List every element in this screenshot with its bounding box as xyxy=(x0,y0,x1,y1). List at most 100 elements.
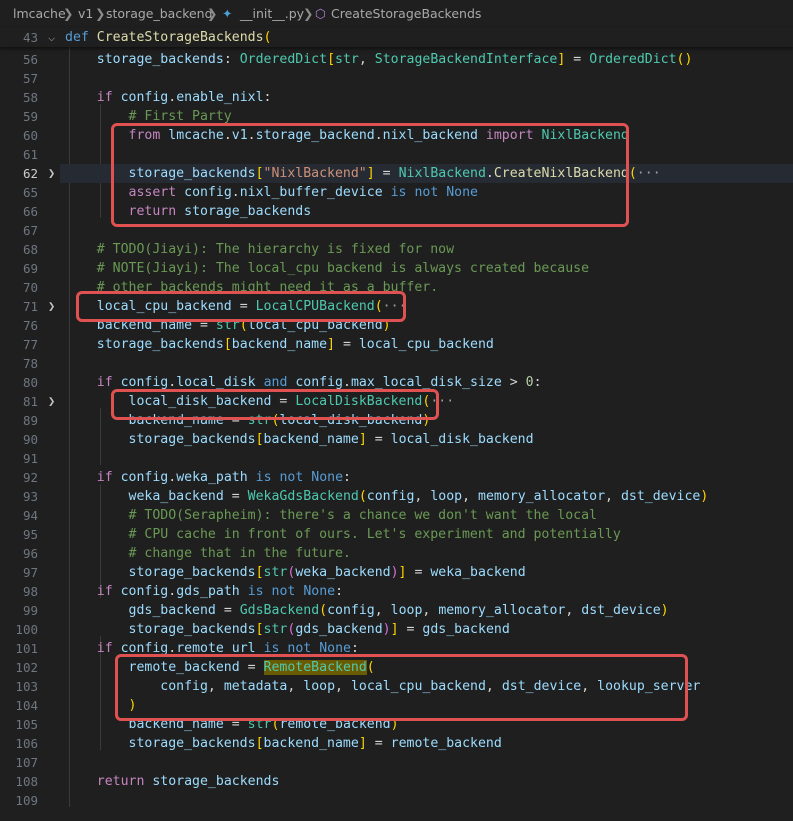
python-file-icon: ✦ xyxy=(222,6,233,21)
code-line[interactable]: 104 ) xyxy=(0,696,793,715)
code-line[interactable]: 69 # NOTE(Jiayi): The local_cpu backend … xyxy=(0,259,793,278)
code-line[interactable]: 92 if config.weka_path is not None: xyxy=(0,468,793,487)
line-number: 109 xyxy=(15,793,38,808)
line-number: 104 xyxy=(15,698,38,713)
code-line[interactable]: 56 storage_backends: OrderedDict[str, St… xyxy=(0,50,793,69)
line-number: 60 xyxy=(22,128,38,143)
breadcrumb: lmcache ❯ v1 ❯ storage_backend ❯ ✦ __ini… xyxy=(0,0,793,28)
fold-chevron-icon[interactable]: ❯ xyxy=(48,164,55,183)
code-line[interactable]: 103 config, metadata, loop, local_cpu_ba… xyxy=(0,677,793,696)
line-number: 95 xyxy=(22,527,38,542)
line-number: 94 xyxy=(22,508,38,523)
code-line[interactable]: 71 ❯ local_cpu_backend = LocalCPUBackend(… xyxy=(0,297,793,316)
code-line[interactable]: 91 xyxy=(0,449,793,468)
code-line[interactable]: 100 storage_backends[str(gds_backend)] =… xyxy=(0,620,793,639)
line-number: 58 xyxy=(22,90,38,105)
code-line[interactable]: 98 if config.gds_path is not None: xyxy=(0,582,793,601)
code-text: # NOTE(Jiayi): The local_cpu backend is … xyxy=(96,261,590,276)
line-number: 78 xyxy=(22,356,38,371)
code-line[interactable]: 62 ❯ storage_backends["NixlBackend"] = Ni… xyxy=(0,164,793,183)
code-line[interactable]: 77 storage_backends[backend_name] = loca… xyxy=(0,335,793,354)
line-number: 101 xyxy=(15,641,38,656)
code-line[interactable]: 76 backend_name = str(local_cpu_backend) xyxy=(0,316,793,335)
line-number: 77 xyxy=(22,337,38,352)
chevron-right-icon: ❯ xyxy=(207,6,218,21)
code-text: if config.enable_nixl: xyxy=(96,90,272,105)
code-text: ) xyxy=(128,698,137,713)
code-line[interactable]: 60 from lmcache.v1.storage_backend.nixl_… xyxy=(0,126,793,145)
code-line[interactable]: 81 ❯ local_disk_backend = LocalDiskBacken… xyxy=(0,392,793,411)
line-number: 61 xyxy=(22,147,38,162)
code-text: local_disk_backend = LocalDiskBackend(··… xyxy=(128,394,455,409)
code-line[interactable]: 109 xyxy=(0,791,793,810)
breadcrumb-item-init-file[interactable]: __init__.py xyxy=(240,6,304,21)
chevron-right-icon: ❯ xyxy=(95,6,106,21)
breadcrumb-item-storage-backend[interactable]: storage_backend xyxy=(106,6,213,21)
code-text: storage_backends[backend_name] = local_c… xyxy=(96,337,494,352)
line-number: 105 xyxy=(15,717,38,732)
code-line[interactable]: 65 assert config.nixl_buffer_device is n… xyxy=(0,183,793,202)
code-line[interactable]: 66 return storage_backends xyxy=(0,202,793,221)
code-text: storage_backends[str(gds_backend)] = gds… xyxy=(128,622,510,637)
code-line[interactable]: 106 storage_backends[backend_name] = rem… xyxy=(0,734,793,753)
breadcrumb-item-v1[interactable]: v1 xyxy=(78,6,93,21)
code-text: assert config.nixl_buffer_device is not … xyxy=(128,185,478,200)
line-number: 80 xyxy=(22,375,38,390)
fold-chevron-icon[interactable]: ❯ xyxy=(48,297,55,316)
code-line[interactable]: 58 if config.enable_nixl: xyxy=(0,88,793,107)
code-line[interactable]: 107 xyxy=(0,753,793,772)
line-number: 103 xyxy=(15,679,38,694)
code-text: if config.remote_url is not None: xyxy=(96,641,359,656)
code-line[interactable]: 89 backend_name = str(local_disk_backend… xyxy=(0,411,793,430)
code-line[interactable]: 61 xyxy=(0,145,793,164)
code-line[interactable]: 93 weka_backend = WekaGdsBackend(config,… xyxy=(0,487,793,506)
line-number: 106 xyxy=(15,736,38,751)
code-text: # First Party xyxy=(128,109,232,124)
line-number: 98 xyxy=(22,584,38,599)
chevron-right-icon: ❯ xyxy=(63,6,74,21)
line-number: 100 xyxy=(15,622,38,637)
code-line[interactable]: 90 storage_backends[backend_name] = loca… xyxy=(0,430,793,449)
sticky-scroll-header[interactable]: 43 ⌵ def CreateStorageBackends( xyxy=(0,28,793,47)
code-line[interactable]: 97 storage_backends[str(weka_backend)] =… xyxy=(0,563,793,582)
code-line[interactable]: 68 # TODO(Jiayi): The hierarchy is fixed… xyxy=(0,240,793,259)
code-line[interactable]: 108 return storage_backends xyxy=(0,772,793,791)
line-number: 81 xyxy=(22,394,38,409)
line-number: 102 xyxy=(15,660,38,675)
line-number: 67 xyxy=(22,223,38,238)
code-line[interactable]: 70 # other backends might need it as a b… xyxy=(0,278,793,297)
fold-chevron-icon[interactable]: ⌵ xyxy=(48,28,55,47)
line-number: 92 xyxy=(22,470,38,485)
code-text: local_cpu_backend = LocalCPUBackend(··· xyxy=(96,299,407,314)
code-text: return storage_backends xyxy=(128,204,312,219)
code-text: storage_backends[str(weka_backend)] = we… xyxy=(128,565,526,580)
code-text: storage_backends["NixlBackend"] = NixlBa… xyxy=(128,166,661,181)
code-line[interactable]: 95 # CPU cache in front of ours. Let's e… xyxy=(0,525,793,544)
code-text: backend_name = str(local_cpu_backend) xyxy=(96,318,391,333)
chevron-right-icon: ❯ xyxy=(303,6,314,21)
code-line[interactable]: 94 # TODO(Serapheim): there's a chance w… xyxy=(0,506,793,525)
line-number: 93 xyxy=(22,489,38,504)
line-number: 97 xyxy=(22,565,38,580)
code-line[interactable]: 57 xyxy=(0,69,793,88)
breadcrumb-item-lmcache[interactable]: lmcache xyxy=(13,6,66,21)
code-text: config, metadata, loop, local_cpu_backen… xyxy=(160,679,701,694)
code-line[interactable]: 96 # change that in the future. xyxy=(0,544,793,563)
code-line[interactable]: 78 xyxy=(0,354,793,373)
code-text: backend_name = str(local_disk_backend) xyxy=(128,413,431,428)
line-number: 57 xyxy=(22,71,38,86)
code-line[interactable]: 59 # First Party xyxy=(0,107,793,126)
code-line[interactable]: 102 remote_backend = RemoteBackend( xyxy=(0,658,793,677)
code-line[interactable]: 80 if config.local_disk and config.max_l… xyxy=(0,373,793,392)
line-number: 56 xyxy=(22,52,38,67)
code-text: backend_name = str(remote_backend) xyxy=(128,717,399,732)
breadcrumb-item-function[interactable]: CreateStorageBackends xyxy=(331,6,481,21)
code-text: gds_backend = GdsBackend(config, loop, m… xyxy=(128,603,669,618)
fold-chevron-icon[interactable]: ❯ xyxy=(48,392,55,411)
line-number: 89 xyxy=(22,413,38,428)
code-text: weka_backend = WekaGdsBackend(config, lo… xyxy=(128,489,709,504)
code-line[interactable]: 99 gds_backend = GdsBackend(config, loop… xyxy=(0,601,793,620)
code-line[interactable]: 101 if config.remote_url is not None: xyxy=(0,639,793,658)
code-line[interactable]: 105 backend_name = str(remote_backend) xyxy=(0,715,793,734)
code-line[interactable]: 67 xyxy=(0,221,793,240)
